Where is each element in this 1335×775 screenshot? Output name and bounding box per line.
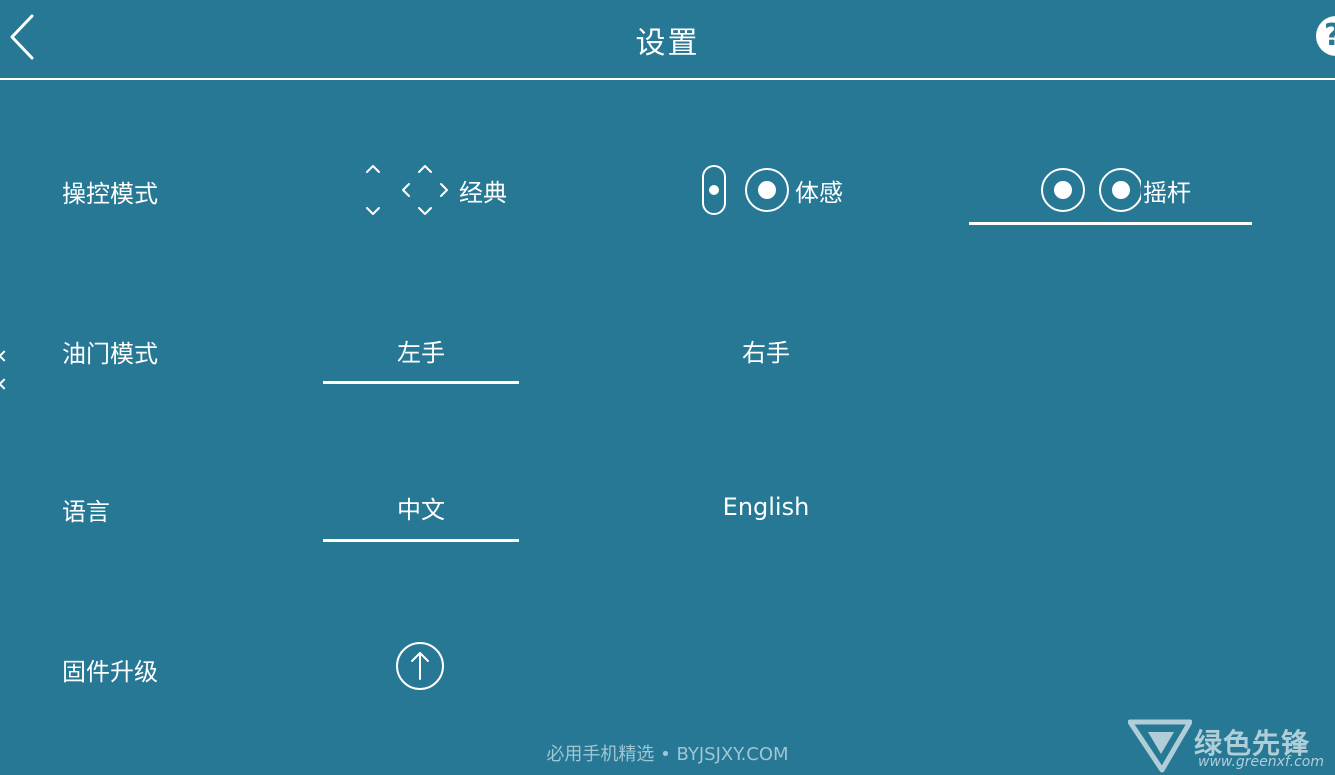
firmware-upgrade-button[interactable]: [395, 641, 445, 691]
language-english-option[interactable]: English: [668, 482, 864, 532]
selected-underline: [323, 381, 519, 384]
control-mode-motion-option[interactable]: 体感: [690, 160, 850, 220]
control-mode-joystick-option[interactable]: 摇杆: [1020, 160, 1200, 220]
throttle-right-hand-option[interactable]: 右手: [668, 325, 864, 375]
chinese-label: 中文: [397, 495, 445, 524]
classic-label: 经典: [459, 178, 507, 207]
dpad-arrows-icon: [366, 165, 448, 215]
question-icon: ?: [1324, 18, 1335, 53]
selected-underline: [969, 222, 1252, 225]
language-chinese-option[interactable]: 中文: [323, 482, 519, 532]
firmware-upgrade-label: 固件升级: [62, 658, 158, 686]
top-bar: 设置 ?: [0, 0, 1335, 78]
edge-chevron-icon: [0, 350, 10, 362]
english-label: English: [722, 493, 810, 521]
edge-chevron-icon: [0, 378, 10, 390]
watermark-url: www.greenxf.com: [1198, 754, 1324, 770]
page-title: 设置: [635, 26, 700, 61]
motion-sense-icon: [702, 165, 789, 215]
control-mode-label: 操控模式: [62, 180, 158, 208]
header-divider: [0, 78, 1335, 80]
selected-underline: [323, 539, 519, 542]
upload-arrow-icon: [396, 642, 444, 690]
throttle-mode-label: 油门模式: [62, 340, 158, 368]
control-mode-classic-option[interactable]: 经典: [340, 160, 520, 220]
dual-joystick-icon: [1041, 168, 1141, 212]
motion-label: 体感: [795, 178, 843, 207]
watermark-logo: 绿色先锋 www.greenxf.com: [1128, 718, 1335, 775]
throttle-left-hand-option[interactable]: 左手: [323, 325, 519, 375]
joystick-label: 摇杆: [1143, 178, 1191, 207]
logo-chevron-icon: [1128, 719, 1192, 773]
language-label: 语言: [62, 498, 110, 526]
left-hand-label: 左手: [397, 338, 445, 367]
right-hand-label: 右手: [742, 338, 790, 367]
